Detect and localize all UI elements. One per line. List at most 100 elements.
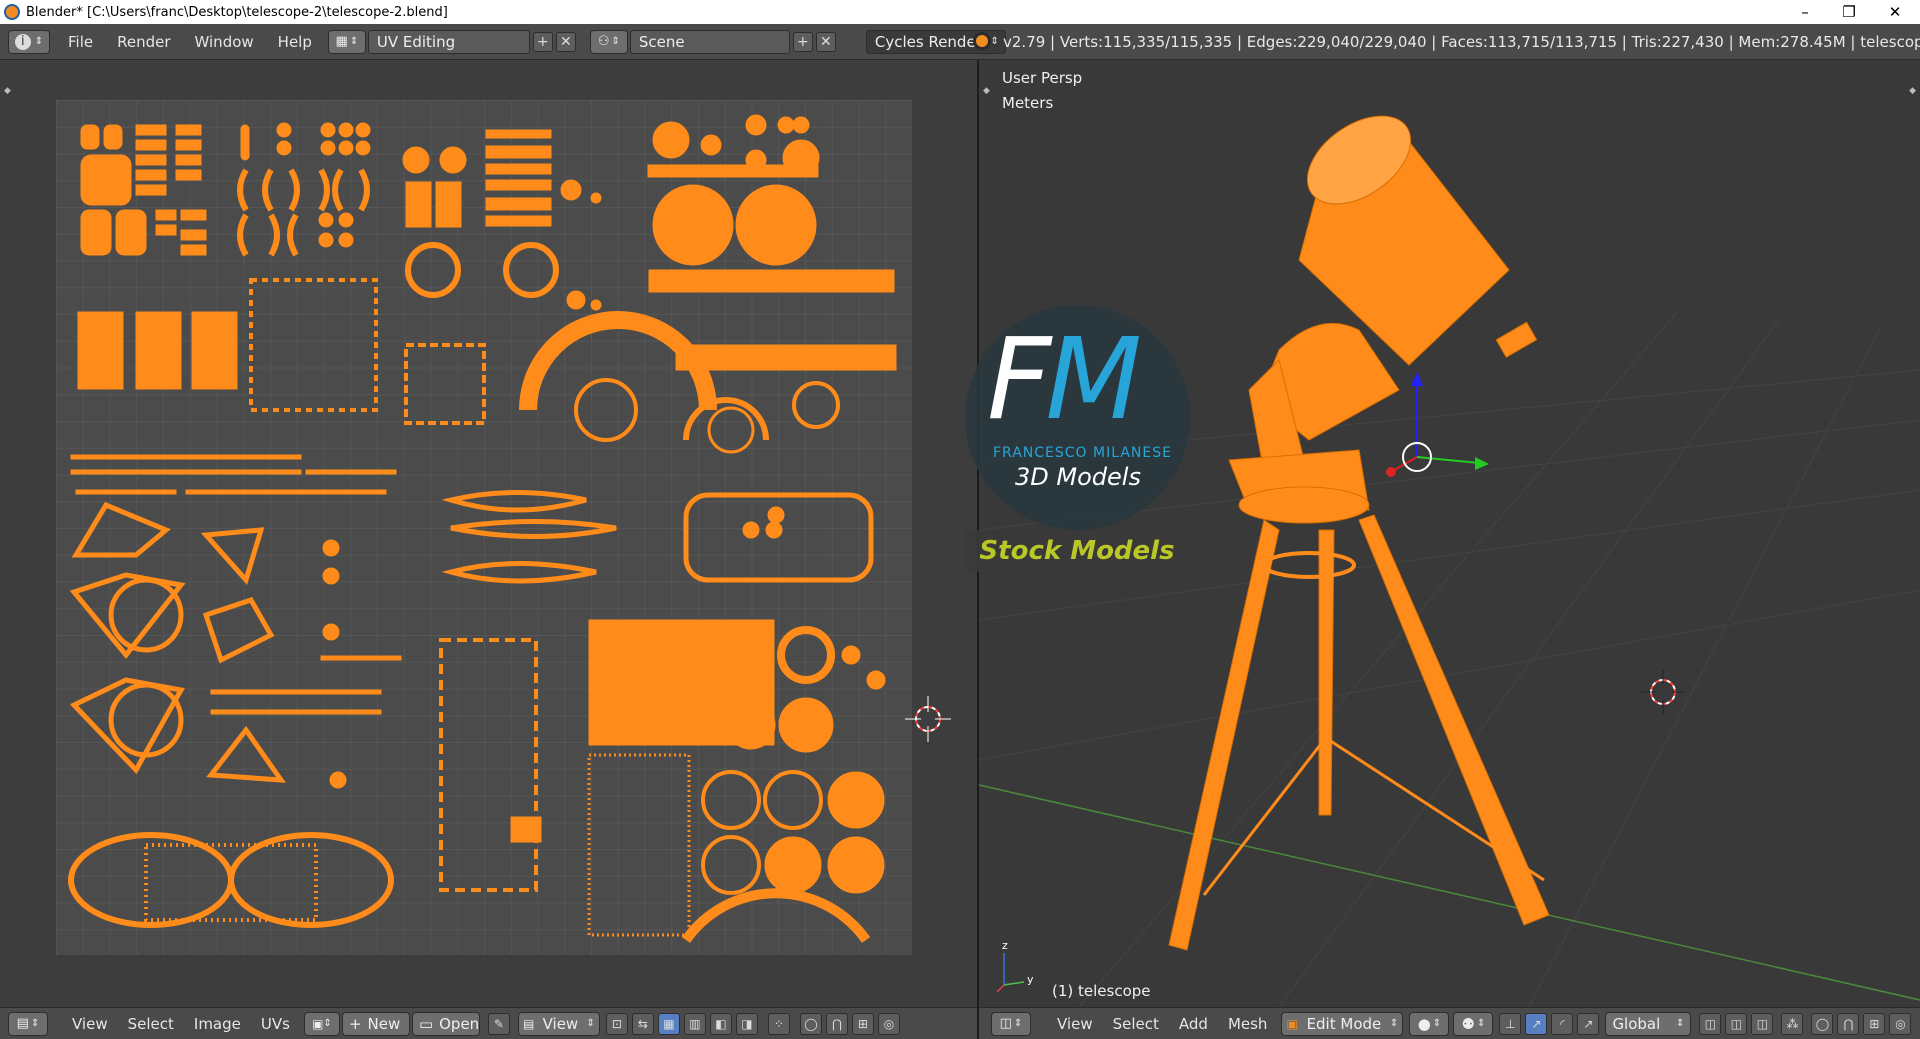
manipulator-toggle-button[interactable]: ⊥: [1499, 1012, 1522, 1035]
view-icon: ▤: [522, 1016, 535, 1031]
menu-help[interactable]: Help: [266, 33, 324, 51]
browse-image-button[interactable]: ▣ ⇕: [303, 1011, 340, 1036]
rotate-icon: ◜: [1560, 1016, 1565, 1031]
snap-toggle-button[interactable]: ⋂: [825, 1012, 848, 1035]
face-select-icon: ◧: [715, 1016, 727, 1031]
sync-selection-button[interactable]: ⇆: [631, 1012, 654, 1035]
uv-image-editor[interactable]: ◆: [0, 60, 977, 1007]
view3d-menu-mesh[interactable]: Mesh: [1218, 1015, 1278, 1033]
pivot-point-dropdown[interactable]: ⚉ ⇕: [1453, 1011, 1494, 1036]
uv-island-striped-panels: [77, 311, 238, 390]
view3d-menu-view[interactable]: View: [1047, 1015, 1103, 1033]
snap-toggle-button[interactable]: ⋂: [1837, 1012, 1860, 1035]
scale-manipulator-button[interactable]: ↗: [1577, 1012, 1600, 1035]
manipulator-icon: ⊥: [1505, 1016, 1516, 1031]
add-screen-button[interactable]: +: [532, 31, 553, 52]
face-select-mode-button[interactable]: ◫: [1751, 1012, 1774, 1035]
folder-icon: ▭: [418, 1014, 434, 1033]
rotate-manipulator-button[interactable]: ◜: [1551, 1012, 1574, 1035]
overlay-icon: ◎: [1895, 1016, 1906, 1031]
snap-element-dropdown[interactable]: ⊞: [1863, 1012, 1886, 1035]
overlay-dropdown[interactable]: ◎: [1889, 1012, 1912, 1035]
minimize-button[interactable]: –: [1782, 0, 1828, 24]
editor-type-uv-button[interactable]: ▤ ⇕: [8, 1011, 48, 1036]
sticky-select-dropdown[interactable]: ⁘: [767, 1012, 790, 1035]
restore-button[interactable]: ❐: [1826, 0, 1872, 24]
sticky-icon: ⁘: [773, 1016, 784, 1031]
edge-select-mode-button[interactable]: ◫: [1725, 1012, 1748, 1035]
stock-models-banner: Stock Models: [965, 530, 1189, 572]
uv-menu-select[interactable]: Select: [118, 1015, 184, 1033]
scene-selector[interactable]: ⚇ ⇕: [589, 29, 628, 54]
active-object-label: (1) telescope: [1052, 982, 1151, 1000]
vertex-select-button[interactable]: ▦: [657, 1012, 680, 1035]
editor-type-3d-button[interactable]: ◫ ⇕: [991, 1011, 1031, 1036]
magnet-icon: ⋂: [832, 1016, 842, 1031]
snap-element-dropdown[interactable]: ⊞: [851, 1012, 874, 1035]
scene-name[interactable]: Scene: [629, 29, 790, 54]
uv-island-group-5: [404, 311, 897, 454]
screen-layout-name[interactable]: UV Editing: [367, 29, 530, 54]
occlude-geometry-button[interactable]: ⁂: [1781, 1012, 1804, 1035]
updown-icon: ⇕: [349, 36, 359, 47]
logo-author: FRANCESCO MILANESE: [993, 445, 1172, 461]
logo-subtitle: 3D Models: [1015, 463, 1141, 491]
add-scene-button[interactable]: +: [792, 31, 813, 52]
pin-image-button[interactable]: ✎: [487, 1012, 510, 1035]
uv-canvas[interactable]: [56, 100, 912, 955]
uv-menu-image[interactable]: Image: [184, 1015, 251, 1033]
screen-layout-selector[interactable]: ▦ ⇕: [327, 29, 366, 54]
uv-island-group-1: [80, 124, 207, 256]
updown-icon: ⇕: [1476, 1018, 1486, 1029]
delete-scene-button[interactable]: ✕: [815, 31, 836, 52]
view3d-menu-select[interactable]: Select: [1103, 1015, 1169, 1033]
orientation-dropdown[interactable]: Global ⇕: [1605, 1011, 1692, 1036]
proportional-edit-button[interactable]: ◯: [1811, 1012, 1834, 1035]
panel-toggle-left-icon[interactable]: ◆: [4, 86, 11, 96]
translate-manipulator-button[interactable]: ↗: [1525, 1012, 1548, 1035]
close-icon: ✕: [820, 33, 832, 50]
menu-window[interactable]: Window: [183, 33, 266, 51]
face-select-button[interactable]: ◧: [709, 1012, 732, 1035]
uv-menu-view[interactable]: View: [62, 1015, 118, 1033]
shading-dropdown[interactable]: ● ⇕: [1409, 1011, 1450, 1036]
cube-icon: ◫: [999, 1016, 1012, 1031]
menu-render[interactable]: Render: [105, 33, 182, 51]
menu-file[interactable]: File: [56, 33, 105, 51]
new-image-button[interactable]: + New: [341, 1011, 410, 1036]
window-title: Blender* [C:\Users\franc\Desktop\telesco…: [26, 4, 448, 20]
updown-icon: ⇕: [990, 36, 999, 47]
updown-icon: ⇕: [1676, 1018, 1685, 1029]
close-button[interactable]: ✕: [1872, 0, 1918, 24]
edge-select-button[interactable]: ▥: [683, 1012, 706, 1035]
solid-shading-icon: ●: [1417, 1014, 1431, 1033]
editor-type-info-button[interactable]: i ⇕: [8, 29, 50, 54]
mode-dropdown[interactable]: ▣ Edit Mode ⇕: [1281, 1011, 1404, 1036]
view3d-menu-add[interactable]: Add: [1169, 1015, 1218, 1033]
pivot-button[interactable]: ⊡: [605, 1012, 628, 1035]
layout-icon: ▦: [335, 34, 348, 49]
blender-app-icon: [4, 4, 20, 20]
uv-island-group-3: [402, 129, 602, 311]
scene-label: Scene: [638, 32, 685, 51]
open-image-button[interactable]: ▭ Open: [411, 1011, 480, 1036]
uv-view-mode-dropdown[interactable]: ▤ View ⇕: [517, 1011, 600, 1036]
scene-icon: ⚇: [597, 34, 610, 49]
face-icon: ◫: [1756, 1016, 1769, 1031]
uv-menu-uvs[interactable]: UVs: [251, 1015, 300, 1033]
pivot-icon: ⚉: [1461, 1014, 1475, 1033]
telescope-mesh: [1168, 115, 1550, 951]
magnet-icon: ⋂: [1843, 1016, 1854, 1031]
overlay-dropdown[interactable]: ◎: [877, 1012, 900, 1035]
island-select-icon: ◨: [741, 1016, 753, 1031]
uv-island-group-8: [439, 638, 542, 892]
delete-screen-button[interactable]: ✕: [555, 31, 576, 52]
vertex-select-mode-button[interactable]: ◫: [1699, 1012, 1722, 1035]
proportional-edit-button[interactable]: ◯: [799, 1012, 822, 1035]
updown-icon: ⇕: [30, 1018, 40, 1029]
uv-island-group-2: [237, 122, 371, 257]
island-select-button[interactable]: ◨: [735, 1012, 758, 1035]
render-engine-label: Cycles Render: [874, 32, 982, 51]
updown-icon: ⇕: [586, 1018, 595, 1029]
vertex-icon: ◫: [1704, 1016, 1717, 1031]
